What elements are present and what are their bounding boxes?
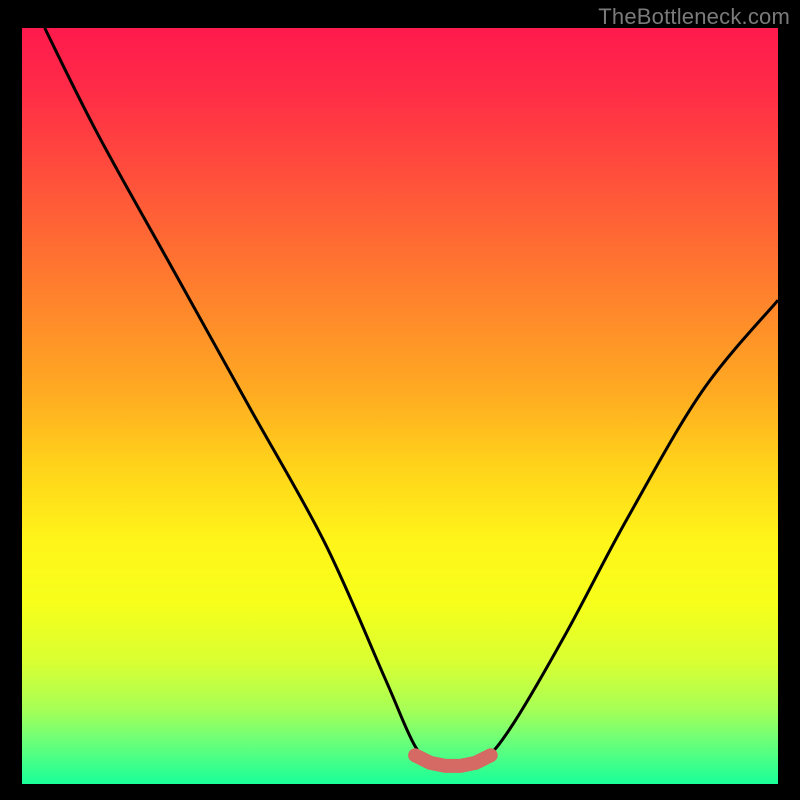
- curve-group: [45, 28, 778, 771]
- chart-svg: [0, 0, 800, 800]
- frame-border-bottom: [0, 784, 800, 800]
- bottleneck-curve: [45, 28, 778, 771]
- optimal-range-marker: [415, 755, 491, 766]
- frame-border-right: [778, 0, 800, 800]
- attribution-text: TheBottleneck.com: [598, 4, 790, 30]
- frame-border-left: [0, 0, 22, 800]
